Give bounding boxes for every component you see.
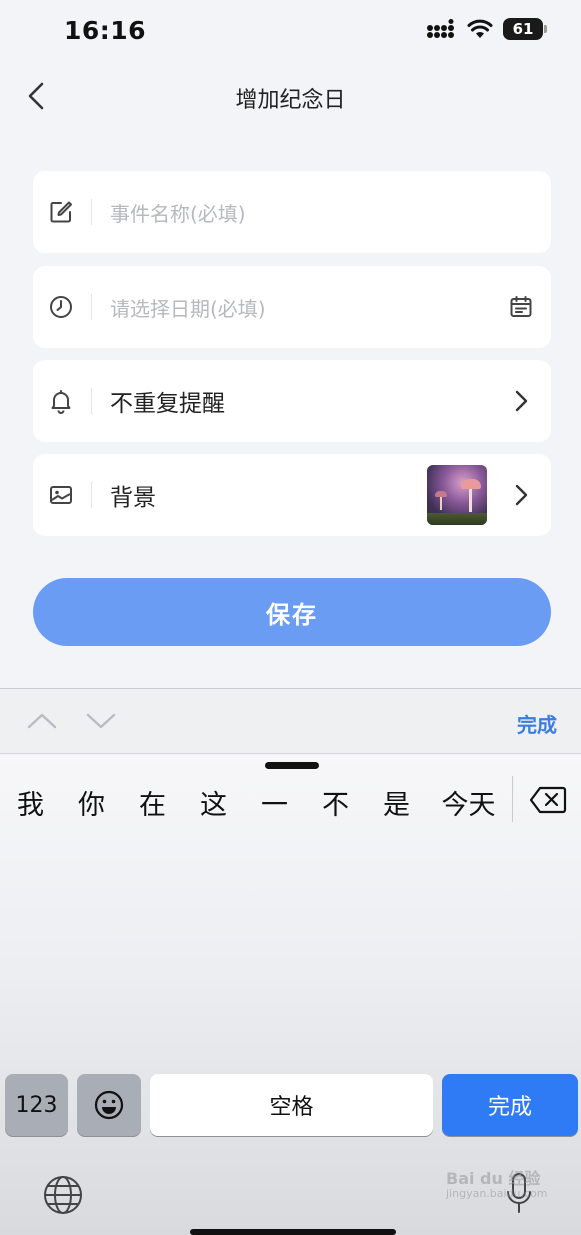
emoji-icon (94, 1090, 124, 1120)
divider (91, 482, 92, 508)
divider (91, 199, 92, 225)
battery-level: 61 (512, 20, 534, 38)
watermark: Bai du 经验 jingyan.baidu.com (446, 1170, 548, 1200)
reminder-row[interactable]: 不重复提醒 (33, 360, 551, 442)
background-label: 背景 (110, 485, 156, 511)
watermark-logo: Bai du 经验 (446, 1169, 541, 1188)
candidate-item[interactable]: 今天 (427, 783, 510, 822)
globe-icon[interactable] (42, 1174, 84, 1220)
candidate-bar: 我 你 在 这 一 不 是 今天 (0, 780, 510, 824)
candidate-item[interactable]: 这 (183, 783, 244, 822)
background-thumbnail[interactable] (427, 465, 487, 525)
battery-icon: 61 (503, 18, 547, 40)
candidate-item[interactable]: 我 (0, 783, 61, 822)
reminder-label: 不重复提醒 (110, 391, 225, 417)
numbers-key[interactable]: 123 (5, 1074, 68, 1136)
background-row[interactable]: 背景 (33, 454, 551, 536)
candidate-item[interactable]: 是 (366, 783, 427, 822)
candidate-item[interactable]: 你 (61, 783, 122, 822)
edit-icon (33, 171, 89, 253)
candidate-item[interactable]: 在 (122, 783, 183, 822)
page-title: 增加纪念日 (235, 88, 346, 113)
chevron-down-icon[interactable] (85, 709, 117, 737)
candidate-item[interactable]: 不 (305, 783, 366, 822)
event-name-field[interactable]: 事件名称(必填) (33, 171, 551, 253)
emoji-key[interactable] (77, 1074, 141, 1136)
space-key[interactable]: 空格 (150, 1074, 433, 1136)
calendar-icon[interactable] (491, 266, 551, 348)
chevron-right-icon (491, 454, 551, 536)
watermark-url: jingyan.baidu.com (446, 1186, 548, 1200)
event-name-input[interactable]: 事件名称(必填) (110, 198, 551, 227)
chevron-right-icon (491, 360, 551, 442)
bell-icon (33, 360, 89, 442)
wifi-icon (467, 19, 493, 38)
status-time: 16:16 (64, 16, 147, 45)
candidate-divider (512, 776, 513, 822)
status-icons: 61 (427, 18, 547, 40)
date-input[interactable]: 请选择日期(必填) (110, 293, 491, 322)
return-key[interactable]: 完成 (442, 1074, 578, 1136)
save-button[interactable]: 保存 (33, 578, 551, 646)
home-indicator (190, 1229, 396, 1235)
divider (91, 388, 92, 414)
signal-icon (427, 19, 454, 38)
date-field[interactable]: 请选择日期(必填) (33, 266, 551, 348)
image-icon (33, 454, 89, 536)
backspace-icon[interactable] (528, 784, 568, 816)
clock-icon (33, 266, 89, 348)
candidate-item[interactable]: 一 (244, 783, 305, 822)
accessory-done-button[interactable]: 完成 (517, 709, 557, 738)
divider (91, 294, 92, 320)
candidate-handle[interactable] (265, 762, 319, 769)
chevron-up-icon[interactable] (26, 709, 58, 737)
keyboard (0, 755, 581, 1235)
